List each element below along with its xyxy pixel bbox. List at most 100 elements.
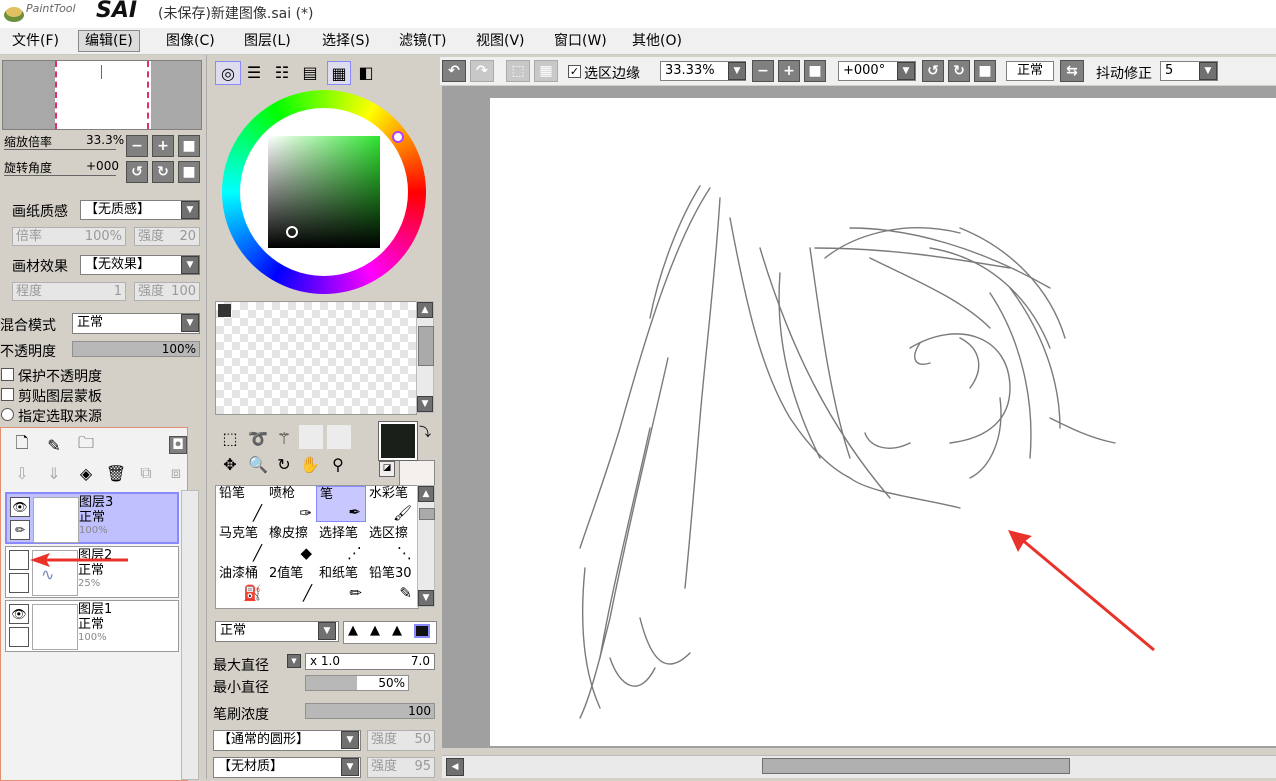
merge-down-icon[interactable]: ⇓	[43, 462, 65, 484]
tool-select-pen[interactable]: 选择笔 ⋰	[316, 526, 366, 562]
chevron-down-icon[interactable]: ▼	[341, 731, 359, 749]
swatch-item[interactable]	[218, 304, 231, 317]
magic-wand-icon[interactable]: ⚚	[273, 427, 295, 449]
chevron-down-icon[interactable]: ▼	[181, 201, 199, 219]
menu-filter[interactable]: 滤镜(T)	[393, 31, 452, 51]
scroll-left-icon[interactable]: ◀	[446, 758, 464, 776]
sv-cursor[interactable]	[286, 226, 298, 238]
invert-selection-button[interactable]: ▦	[534, 60, 558, 82]
menu-select[interactable]: 选择(S)	[316, 31, 376, 51]
tool-pencil[interactable]: 铅笔 ╱	[216, 486, 266, 522]
menu-layer[interactable]: 图层(L)	[238, 31, 297, 51]
merge-visible-icon[interactable]: ⧉	[135, 462, 157, 484]
scratchpad-mode-icon[interactable]: ◧	[355, 61, 377, 83]
new-layer-icon[interactable]: 🗋	[11, 433, 33, 456]
swatch-scrollbar[interactable]: ▲ ▼	[416, 301, 434, 413]
rotate-slider[interactable]	[4, 175, 116, 176]
shape-strength-field[interactable]: 强度 50	[367, 730, 435, 751]
chevron-down-icon[interactable]: ▼	[287, 654, 301, 668]
redo-button[interactable]: ↷	[470, 60, 494, 82]
chevron-down-icon[interactable]: ▼	[728, 62, 746, 80]
texture-strength-field[interactable]: 强度 95	[367, 757, 435, 778]
lock-box[interactable]	[9, 627, 29, 647]
menu-edit[interactable]: 编辑(E)	[78, 30, 140, 52]
layer-row[interactable]: 👁 ✏ 图层3 正常 100%	[5, 492, 179, 544]
navigator-preview[interactable]	[2, 60, 202, 130]
chevron-down-icon[interactable]: ▼	[181, 256, 199, 274]
paper-scale-field[interactable]: 倍率 100%	[12, 227, 126, 246]
protect-opacity-checkbox[interactable]	[1, 368, 14, 381]
tip-hard-icon[interactable]: ▲	[392, 623, 402, 638]
tool-eraser[interactable]: 橡皮擦 ◆	[266, 526, 316, 562]
swatch-mode-icon[interactable]: ▦	[327, 61, 351, 85]
canvas-scrollbar-horizontal[interactable]: ◀	[442, 755, 1276, 778]
lock-box[interactable]	[9, 573, 29, 593]
layer-row[interactable]: 👁 图层1 正常 100%	[5, 600, 179, 652]
tip-medium-icon[interactable]: ▲	[370, 623, 380, 638]
tool-airbrush[interactable]: 喷枪 ✑	[266, 486, 316, 522]
tool-marker[interactable]: 马克笔 ╱	[216, 526, 266, 562]
flip-horizontal-button[interactable]: ⇆	[1060, 60, 1084, 82]
rotate-right-button[interactable]: ↻	[152, 161, 174, 183]
paper-strength-field[interactable]: 强度 20	[134, 227, 200, 246]
zoom-slider[interactable]	[4, 149, 116, 150]
hand-icon[interactable]: ✋	[299, 453, 321, 475]
layer-mask-button[interactable]: ◘	[169, 436, 187, 454]
mixer-mode-icon[interactable]: ▤	[299, 61, 321, 83]
clip-mask-checkbox[interactable]	[1, 388, 14, 401]
zoom-in-button[interactable]: +	[152, 135, 174, 157]
rotate-reset-button[interactable]: ■	[178, 161, 200, 183]
color-swatch-grid[interactable]	[215, 301, 417, 415]
chevron-down-icon[interactable]: ▼	[1199, 62, 1217, 80]
zoom-out-button[interactable]: −	[126, 135, 148, 157]
rotate-left-button[interactable]: ↺	[922, 60, 944, 82]
tip-soft-icon[interactable]: ▲	[348, 623, 358, 638]
tool-washi-pen[interactable]: 和纸笔 ✏	[316, 566, 366, 602]
menu-file[interactable]: 文件(F)	[6, 31, 65, 51]
deselect-button[interactable]: ⬚	[506, 60, 530, 82]
copy-layer-icon[interactable]: ⧈	[165, 462, 187, 484]
reset-colors-icon[interactable]: ◪	[379, 461, 395, 477]
eye-icon[interactable]: 👁	[9, 604, 29, 624]
opacity-slider[interactable]: 100%	[72, 341, 200, 357]
rotate-view-icon[interactable]: ↻	[273, 453, 295, 475]
zoom-reset-button[interactable]: ■	[804, 60, 826, 82]
tip-square-icon[interactable]	[414, 624, 430, 638]
new-folder-icon[interactable]: 🗀	[75, 433, 97, 456]
min-diameter-slider[interactable]: 50%	[305, 675, 409, 691]
menu-view[interactable]: 视图(V)	[470, 31, 531, 51]
menu-window[interactable]: 窗口(W)	[548, 31, 613, 51]
saturation-value-square[interactable]	[268, 136, 380, 248]
tool-scrollbar[interactable]: ▲ ▼	[417, 485, 435, 607]
canvas-viewport[interactable]	[442, 86, 1276, 748]
swap-colors-icon[interactable]: ⤵	[419, 423, 431, 440]
scroll-thumb[interactable]	[762, 758, 1070, 774]
effect-strength-field[interactable]: 强度 100	[134, 282, 200, 301]
selection-edge-checkbox[interactable]: ✓	[568, 65, 581, 78]
primary-color-swatch[interactable]	[378, 421, 418, 461]
zoom-out-button[interactable]: −	[752, 60, 774, 82]
menu-image[interactable]: 图像(C)	[160, 31, 221, 51]
brush-lock-icon[interactable]: ✏	[10, 520, 30, 540]
lasso-icon[interactable]: ➰	[247, 427, 269, 449]
color-wheel[interactable]	[222, 90, 426, 294]
chevron-down-icon[interactable]: ▼	[897, 62, 915, 80]
zoom-in-button[interactable]: +	[778, 60, 800, 82]
color-wheel-mode-icon[interactable]: ◎	[215, 61, 241, 85]
rotate-right-button[interactable]: ↻	[948, 60, 970, 82]
trash-icon[interactable]: 🗑	[105, 462, 127, 484]
undo-button[interactable]: ↶	[442, 60, 466, 82]
rect-select-icon[interactable]: ⬚	[219, 427, 241, 449]
move-icon[interactable]: ✥	[219, 453, 241, 475]
chevron-down-icon[interactable]: ▼	[341, 758, 359, 776]
brush-tip-shapes[interactable]: ▲ ▲ ▲	[343, 621, 437, 644]
eye-icon[interactable]: 👁	[10, 497, 30, 517]
menu-other[interactable]: 其他(O)	[626, 31, 688, 51]
max-diameter-field[interactable]: x 1.0 7.0	[305, 653, 435, 670]
hsv-slider-mode-icon[interactable]: ☷	[271, 61, 293, 83]
hue-cursor[interactable]	[392, 131, 404, 143]
tool-binary-pen[interactable]: 2值笔 ╱	[266, 566, 316, 602]
chevron-down-icon[interactable]: ▼	[181, 314, 199, 332]
chevron-down-icon[interactable]: ▼	[318, 622, 336, 640]
density-slider[interactable]: 100	[305, 703, 435, 719]
